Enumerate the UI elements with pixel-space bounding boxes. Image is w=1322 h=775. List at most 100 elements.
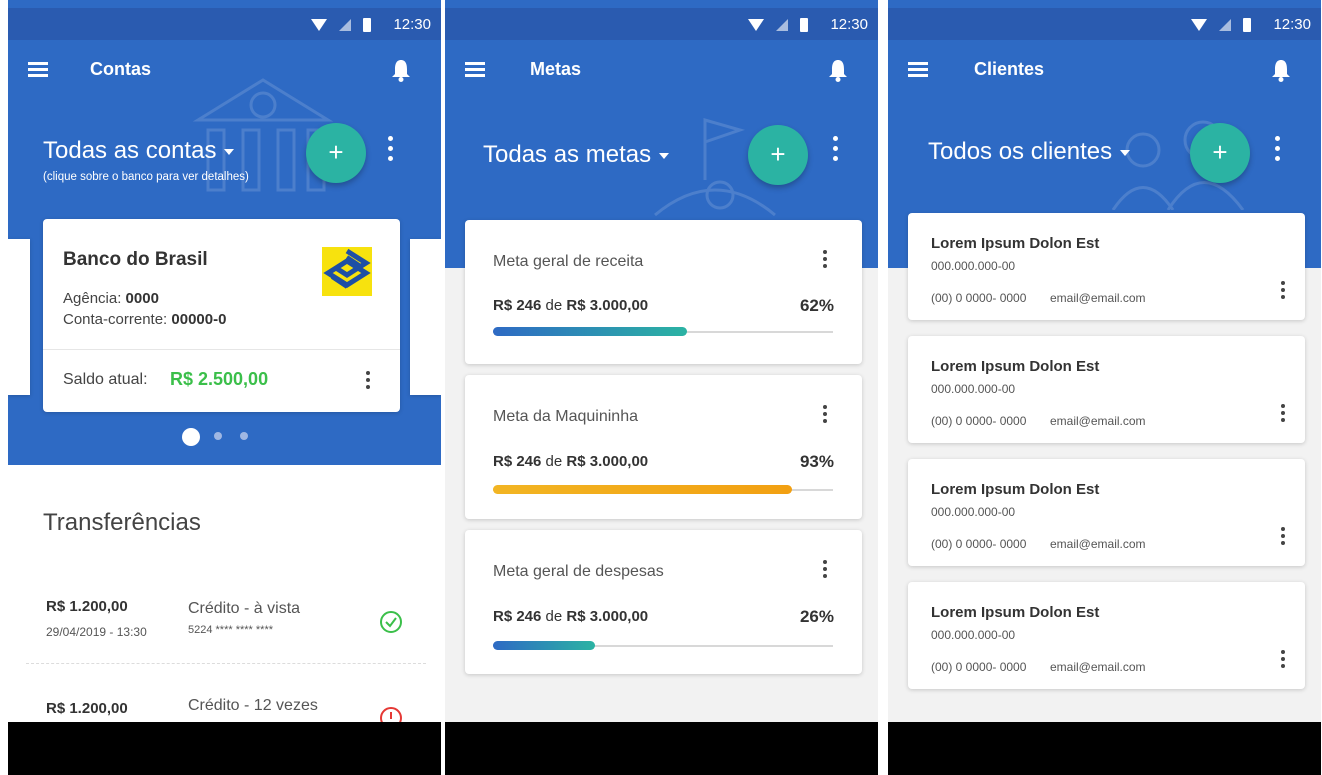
client-name: Lorem Ipsum Dolon Est [931,481,1100,498]
client-card[interactable]: Lorem Ipsum Dolon Est 000.000.000-00 (00… [908,213,1305,320]
page-title[interactable]: Todas as metas [483,141,670,169]
goal-percent: 62% [799,296,834,315]
client-phone: (00) 0 0000- 0000 [931,291,1027,305]
carousel-indicator [182,426,262,446]
status-icons [748,18,808,32]
goal-amounts: R$ 246 de R$ 3.000,00 [493,608,649,625]
client-menu-icon[interactable] [1278,527,1288,553]
client-email: email@email.com [1050,291,1146,305]
goal-card[interactable]: Meta geral de receita R$ 246 de R$ 3.000… [465,220,862,364]
more-options-icon[interactable] [385,136,395,162]
add-client-button[interactable]: + [1190,123,1250,183]
more-options-icon[interactable] [1272,136,1282,162]
chevron-down-icon [659,152,670,159]
goal-progress-bar [493,327,687,336]
goal-progress-track [493,641,833,650]
accounts-screen: 12:30 Contas Todas as contas (clique sob… [8,0,441,775]
status-time: 12:30 [1273,16,1311,33]
goal-menu-icon[interactable] [820,405,830,431]
page-title[interactable]: Todas as contas [43,137,235,165]
goal-name: Meta geral de despesas [493,563,664,580]
bell-icon[interactable] [828,58,848,82]
previous-bank-card[interactable] [8,239,30,395]
client-card[interactable]: Lorem Ipsum Dolon Est 000.000.000-00 (00… [908,582,1305,689]
add-goal-button[interactable]: + [748,125,808,185]
transfer-date: 29/04/2019 - 13:30 [46,625,147,639]
goal-name: Meta geral de receita [493,253,644,270]
goal-card[interactable]: Meta geral de despesas R$ 246 de R$ 3.00… [465,530,862,674]
carousel-dot[interactable] [240,432,248,440]
client-document: 000.000.000-00 [931,382,1016,396]
bank-name: Banco do Brasil [63,249,208,270]
app-bar: Clientes [888,40,1321,100]
add-account-button[interactable]: + [306,123,366,183]
client-menu-icon[interactable] [1278,281,1288,307]
app-bar-title: Clientes [974,59,1045,79]
status-bar: 12:30 [8,8,441,40]
goal-menu-icon[interactable] [820,250,830,276]
goal-progress-bar [493,641,595,650]
status-time: 12:30 [830,16,868,33]
carousel-dot[interactable] [214,432,222,440]
chevron-down-icon [1120,149,1131,156]
client-card[interactable]: Lorem Ipsum Dolon Est 000.000.000-00 (00… [908,336,1305,443]
client-document: 000.000.000-00 [931,505,1016,519]
status-time: 12:30 [393,16,431,33]
bank-card-menu-icon[interactable] [363,371,373,397]
client-phone: (00) 0 0000- 0000 [931,660,1027,674]
goal-name: Meta da Maquininha [493,408,638,425]
transfer-card: 5224 **** **** **** [188,624,274,636]
navigation-bar [445,722,878,775]
transfer-amount: R$ 1.200,00 [46,598,128,615]
goal-card[interactable]: Meta da Maquininha R$ 246 de R$ 3.000,00… [465,375,862,519]
status-icons [1191,18,1251,32]
client-name: Lorem Ipsum Dolon Est [931,358,1100,375]
client-document: 000.000.000-00 [931,259,1016,273]
client-menu-icon[interactable] [1278,650,1288,676]
status-bar: 12:30 [888,8,1321,40]
client-email: email@email.com [1050,537,1146,551]
status-bar: 12:30 [445,8,878,40]
client-name: Lorem Ipsum Dolon Est [931,235,1100,252]
chevron-down-icon [224,148,235,155]
check-circle-icon [380,611,402,633]
page-title[interactable]: Todos os clientes [928,138,1131,166]
more-options-icon[interactable] [830,136,840,162]
carousel-dot-active[interactable] [182,428,200,446]
goal-amounts: R$ 246 de R$ 3.000,00 [493,453,649,470]
goal-progress-track [493,327,833,336]
next-bank-card[interactable] [410,239,441,395]
app-bar-title: Metas [530,59,582,79]
client-phone: (00) 0 0000- 0000 [931,414,1027,428]
client-email: email@email.com [1050,660,1146,674]
transfer-type: Crédito - à vista [188,600,301,617]
transfer-amount: R$ 1.200,00 [46,700,128,717]
client-card[interactable]: Lorem Ipsum Dolon Est 000.000.000-00 (00… [908,459,1305,566]
client-phone: (00) 0 0000- 0000 [931,537,1027,551]
bank-logo-icon [322,247,372,296]
goals-screen: 12:30 Metas Todas as metas + Meta geral … [445,0,878,775]
app-bar: Metas [445,40,878,100]
page-subtitle: (clique sobre o banco para ver detalhes) [43,171,249,183]
navigation-bar [8,722,441,775]
goal-progress-bar [493,485,793,494]
navigation-bar [888,722,1321,775]
card-divider [43,349,400,350]
client-email: email@email.com [1050,414,1146,428]
client-menu-icon[interactable] [1278,404,1288,430]
balance-value: R$ 2.500,00 [170,369,269,389]
menu-icon[interactable] [465,62,485,78]
agency-line: Agência: 0000 [63,290,159,307]
bell-icon[interactable] [1271,58,1291,82]
menu-icon[interactable] [28,62,48,78]
transfer-type: Crédito - 12 vezes [188,697,318,714]
clients-screen: 12:30 Clientes Todos os clientes + Lorem… [888,0,1321,775]
goal-menu-icon[interactable] [820,560,830,586]
menu-icon[interactable] [908,62,928,78]
goal-percent: 93% [799,452,834,471]
bell-icon[interactable] [391,58,411,82]
client-document: 000.000.000-00 [931,628,1016,642]
bank-card[interactable]: Banco do Brasil Agência: 0000 Conta-corr… [43,219,400,412]
status-icons [311,18,371,32]
balance-label: Saldo atual: [63,371,148,388]
